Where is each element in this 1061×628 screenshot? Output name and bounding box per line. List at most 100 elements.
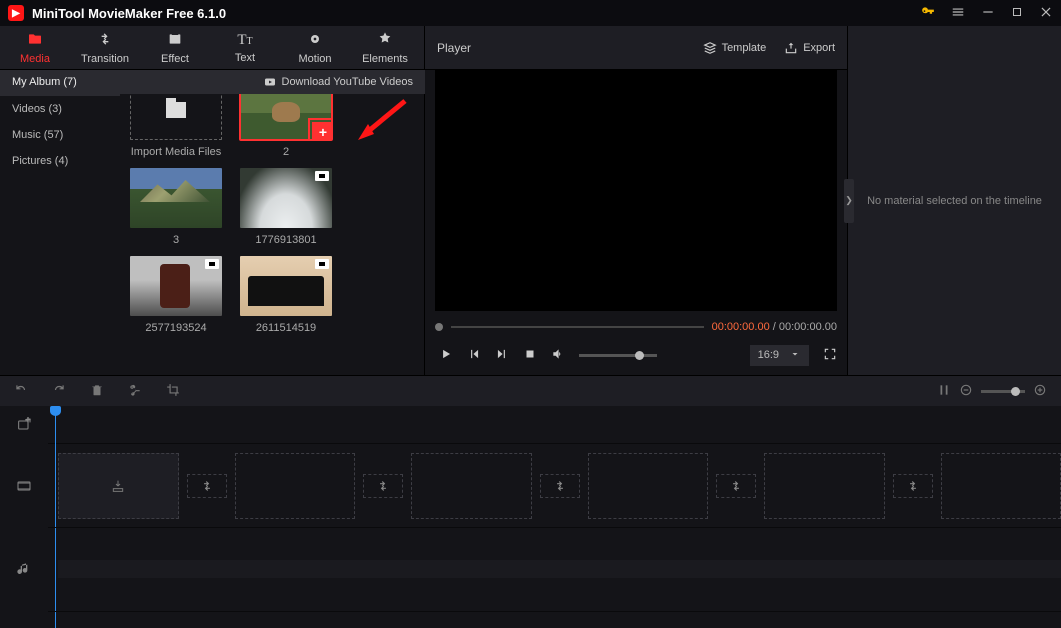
volume-icon[interactable] bbox=[551, 347, 565, 364]
tab-text[interactable]: TT Text bbox=[210, 26, 280, 70]
download-youtube-link[interactable]: Download YouTube Videos bbox=[264, 76, 414, 88]
play-button[interactable] bbox=[439, 347, 453, 364]
maximize-button[interactable] bbox=[1011, 5, 1023, 21]
video-track[interactable] bbox=[48, 444, 1061, 528]
video-preview[interactable] bbox=[435, 70, 837, 311]
export-label: Export bbox=[803, 42, 835, 54]
crop-button[interactable] bbox=[166, 383, 180, 400]
zoom-slider[interactable] bbox=[981, 390, 1025, 393]
timeline-fit-icon[interactable] bbox=[937, 383, 951, 400]
add-to-timeline-button[interactable]: + bbox=[312, 122, 332, 140]
timeline-tracks[interactable] bbox=[48, 406, 1061, 628]
video-badge-icon bbox=[205, 259, 219, 269]
zoom-in-button[interactable] bbox=[1033, 383, 1047, 400]
tab-effect[interactable]: Effect bbox=[140, 26, 210, 70]
panel-collapse-handle[interactable]: ❯ bbox=[844, 179, 854, 223]
clip-slot[interactable] bbox=[411, 453, 532, 519]
add-track-button[interactable] bbox=[0, 406, 48, 444]
audio-track[interactable] bbox=[48, 528, 1061, 612]
close-button[interactable] bbox=[1039, 5, 1053, 22]
time-current: 00:00:00.00 bbox=[712, 321, 770, 333]
media-item[interactable]: 3 bbox=[130, 168, 222, 246]
media-item[interactable]: 2577193524 bbox=[130, 256, 222, 334]
clip-slot[interactable] bbox=[235, 453, 356, 519]
undo-button[interactable] bbox=[14, 383, 28, 400]
import-label: Import Media Files bbox=[131, 146, 221, 158]
clip-slot[interactable] bbox=[588, 453, 709, 519]
tab-label: Effect bbox=[161, 53, 189, 65]
clip-slot[interactable] bbox=[764, 453, 885, 519]
empty-selection-text: No material selected on the timeline bbox=[855, 195, 1054, 207]
media-item[interactable]: 2611514519 bbox=[240, 256, 332, 334]
video-badge-icon bbox=[315, 171, 329, 181]
clip-slot[interactable] bbox=[941, 453, 1061, 519]
transition-slot[interactable] bbox=[716, 474, 756, 498]
audio-track-icon[interactable] bbox=[0, 528, 48, 612]
tab-label: Elements bbox=[362, 53, 408, 65]
media-label: 3 bbox=[173, 234, 179, 246]
media-thumbnail[interactable] bbox=[240, 168, 332, 228]
library-sidebar: My Album (7) Videos (3) Music (57) Pictu… bbox=[0, 70, 120, 375]
elements-icon bbox=[377, 31, 393, 50]
transition-slot[interactable] bbox=[363, 474, 403, 498]
split-button[interactable] bbox=[128, 383, 142, 400]
menu-icon[interactable] bbox=[951, 5, 965, 22]
delete-button[interactable] bbox=[90, 383, 104, 400]
sidebar-item-pictures[interactable]: Pictures (4) bbox=[0, 148, 120, 174]
template-label: Template bbox=[722, 42, 767, 54]
volume-slider[interactable] bbox=[579, 354, 657, 357]
tab-media[interactable]: Media bbox=[0, 26, 70, 70]
download-link-label: Download YouTube Videos bbox=[282, 76, 414, 88]
prev-frame-button[interactable] bbox=[467, 347, 481, 364]
clip-slot[interactable] bbox=[58, 453, 179, 519]
media-item[interactable]: 1776913801 bbox=[240, 168, 332, 246]
timeline-ruler[interactable] bbox=[48, 406, 1061, 444]
tab-elements[interactable]: Elements bbox=[350, 26, 420, 70]
seek-track[interactable] bbox=[451, 326, 704, 328]
export-button[interactable]: Export bbox=[784, 41, 835, 55]
template-button[interactable]: Template bbox=[703, 41, 767, 55]
sidebar-item-my-album[interactable]: My Album (7) bbox=[0, 70, 120, 94]
tab-motion[interactable]: Motion bbox=[280, 26, 350, 70]
video-track-icon[interactable] bbox=[0, 444, 48, 528]
transition-slot[interactable] bbox=[893, 474, 933, 498]
media-label: 2 bbox=[283, 146, 289, 158]
motion-icon bbox=[307, 31, 323, 50]
transition-slot[interactable] bbox=[540, 474, 580, 498]
sidebar-item-videos[interactable]: Videos (3) bbox=[0, 96, 120, 122]
folder-icon bbox=[27, 31, 43, 50]
window-controls bbox=[921, 5, 1053, 22]
player-title: Player bbox=[437, 41, 703, 55]
next-frame-button[interactable] bbox=[495, 347, 509, 364]
media-grid: Import Media Files + 2 3 bbox=[120, 70, 424, 375]
tab-transition[interactable]: Transition bbox=[70, 26, 140, 70]
zoom-out-button[interactable] bbox=[959, 383, 973, 400]
seek-handle-icon[interactable] bbox=[435, 323, 443, 331]
app-title: MiniTool MovieMaker Free 6.1.0 bbox=[32, 6, 921, 21]
tab-label: Transition bbox=[81, 53, 129, 65]
track-headers bbox=[0, 406, 48, 628]
tab-label: Text bbox=[235, 52, 255, 64]
media-label: 2611514519 bbox=[256, 322, 316, 334]
minimize-button[interactable] bbox=[981, 5, 995, 22]
text-icon: TT bbox=[237, 32, 252, 49]
aspect-ratio-select[interactable]: 16:9 bbox=[750, 345, 809, 366]
media-thumbnail[interactable] bbox=[130, 168, 222, 228]
media-thumbnail[interactable] bbox=[130, 256, 222, 316]
transition-icon bbox=[97, 31, 113, 50]
stop-button[interactable] bbox=[523, 347, 537, 364]
upgrade-key-icon[interactable] bbox=[921, 5, 935, 22]
tab-label: Media bbox=[20, 53, 50, 65]
media-label: 2577193524 bbox=[145, 322, 206, 334]
media-thumbnail[interactable] bbox=[240, 256, 332, 316]
sidebar-item-music[interactable]: Music (57) bbox=[0, 122, 120, 148]
tab-label: Motion bbox=[298, 53, 331, 65]
seek-bar[interactable]: 00:00:00.00 / 00:00:00.00 bbox=[435, 315, 837, 339]
fullscreen-button[interactable] bbox=[823, 347, 837, 364]
timeline-toolbar bbox=[0, 376, 1061, 406]
aspect-value: 16:9 bbox=[758, 349, 779, 361]
redo-button[interactable] bbox=[52, 383, 66, 400]
player-controls: 16:9 bbox=[435, 339, 837, 375]
transition-slot[interactable] bbox=[187, 474, 227, 498]
video-badge-icon bbox=[315, 259, 329, 269]
